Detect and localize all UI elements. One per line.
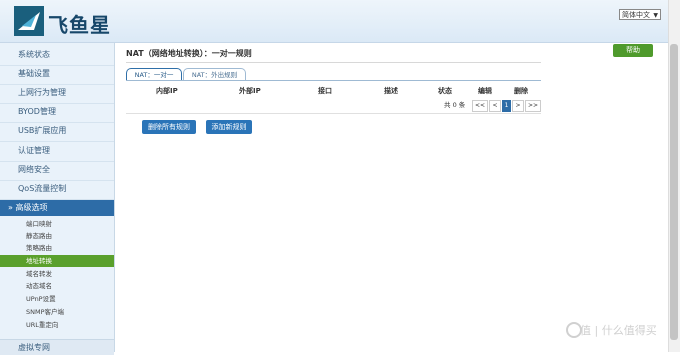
fish-logo-icon <box>14 6 44 36</box>
sidebar-subitem-ddns[interactable]: 动态域名 <box>0 280 114 292</box>
sidebar-subitem-policy-route[interactable]: 策略路由 <box>0 242 114 254</box>
pager-next-button[interactable]: > <box>512 100 524 112</box>
delete-all-rules-button[interactable]: 删除所有规则 <box>142 120 196 134</box>
scrollbar-thumb[interactable] <box>670 44 678 340</box>
pager-prev-button[interactable]: < <box>489 100 501 112</box>
language-select[interactable]: 简体中文 ▼ <box>619 9 661 20</box>
sidebar-subitem-snmp[interactable]: SNMP客户端 <box>0 306 114 318</box>
column-header-status: 状态 <box>438 87 452 95</box>
page-title: NAT（网络地址转换）：一对一规则 <box>126 49 252 58</box>
total-count: 共 0 条 <box>444 101 466 109</box>
sidebar-section-advanced[interactable]: » 高级选项 <box>0 200 114 216</box>
watermark: 值 | 什么值得买 <box>580 324 657 337</box>
column-header-edit: 编辑 <box>478 87 492 95</box>
sidebar-item-vpn[interactable]: 虚拟专网 <box>0 339 114 355</box>
tab-divider <box>126 80 541 81</box>
column-header-interface: 接口 <box>318 87 332 95</box>
column-header-delete: 删除 <box>514 87 528 95</box>
pager-first-button[interactable]: << <box>472 100 488 112</box>
help-button[interactable]: 帮助 <box>613 44 653 57</box>
top-bar: 飞鱼星 简体中文 ▼ <box>0 0 680 43</box>
pager-last-button[interactable]: >> <box>525 100 541 112</box>
sidebar-subitem-nat[interactable]: 地址转换 <box>0 255 114 267</box>
sidebar-subitem-port-mapping[interactable]: 端口映射 <box>0 218 114 230</box>
sidebar-subitem-static-route[interactable]: 静态路由 <box>0 230 114 242</box>
column-header-internal-ip: 内部IP <box>156 87 178 95</box>
sidebar-subitem-url-redirect[interactable]: URL重定向 <box>0 319 114 331</box>
column-header-description: 描述 <box>384 87 398 95</box>
language-value: 简体中文 <box>622 11 650 19</box>
logo: 飞鱼星 <box>14 6 132 37</box>
brand-name: 飞鱼星 <box>48 13 111 37</box>
section-label: 高级选项 <box>15 203 48 212</box>
sidebar-item-qos[interactable]: QoS流量控制 <box>0 177 114 200</box>
sidebar: 系统状态 基础设置 上网行为管理 BYOD管理 USB扩展应用 认证管理 网络安… <box>0 43 115 355</box>
chevron-down-icon: ▼ <box>653 12 658 19</box>
chevron-double-down-icon: » <box>8 203 13 212</box>
sidebar-subitem-upnp[interactable]: UPnP设置 <box>0 293 114 305</box>
table-divider <box>126 113 541 114</box>
column-header-external-ip: 外部IP <box>239 87 261 95</box>
add-rule-button[interactable]: 添加新规则 <box>206 120 252 134</box>
divider <box>126 62 541 63</box>
pager-current-page[interactable]: 1 <box>502 100 511 112</box>
sidebar-subitem-domain-forward[interactable]: 域名转发 <box>0 268 114 280</box>
